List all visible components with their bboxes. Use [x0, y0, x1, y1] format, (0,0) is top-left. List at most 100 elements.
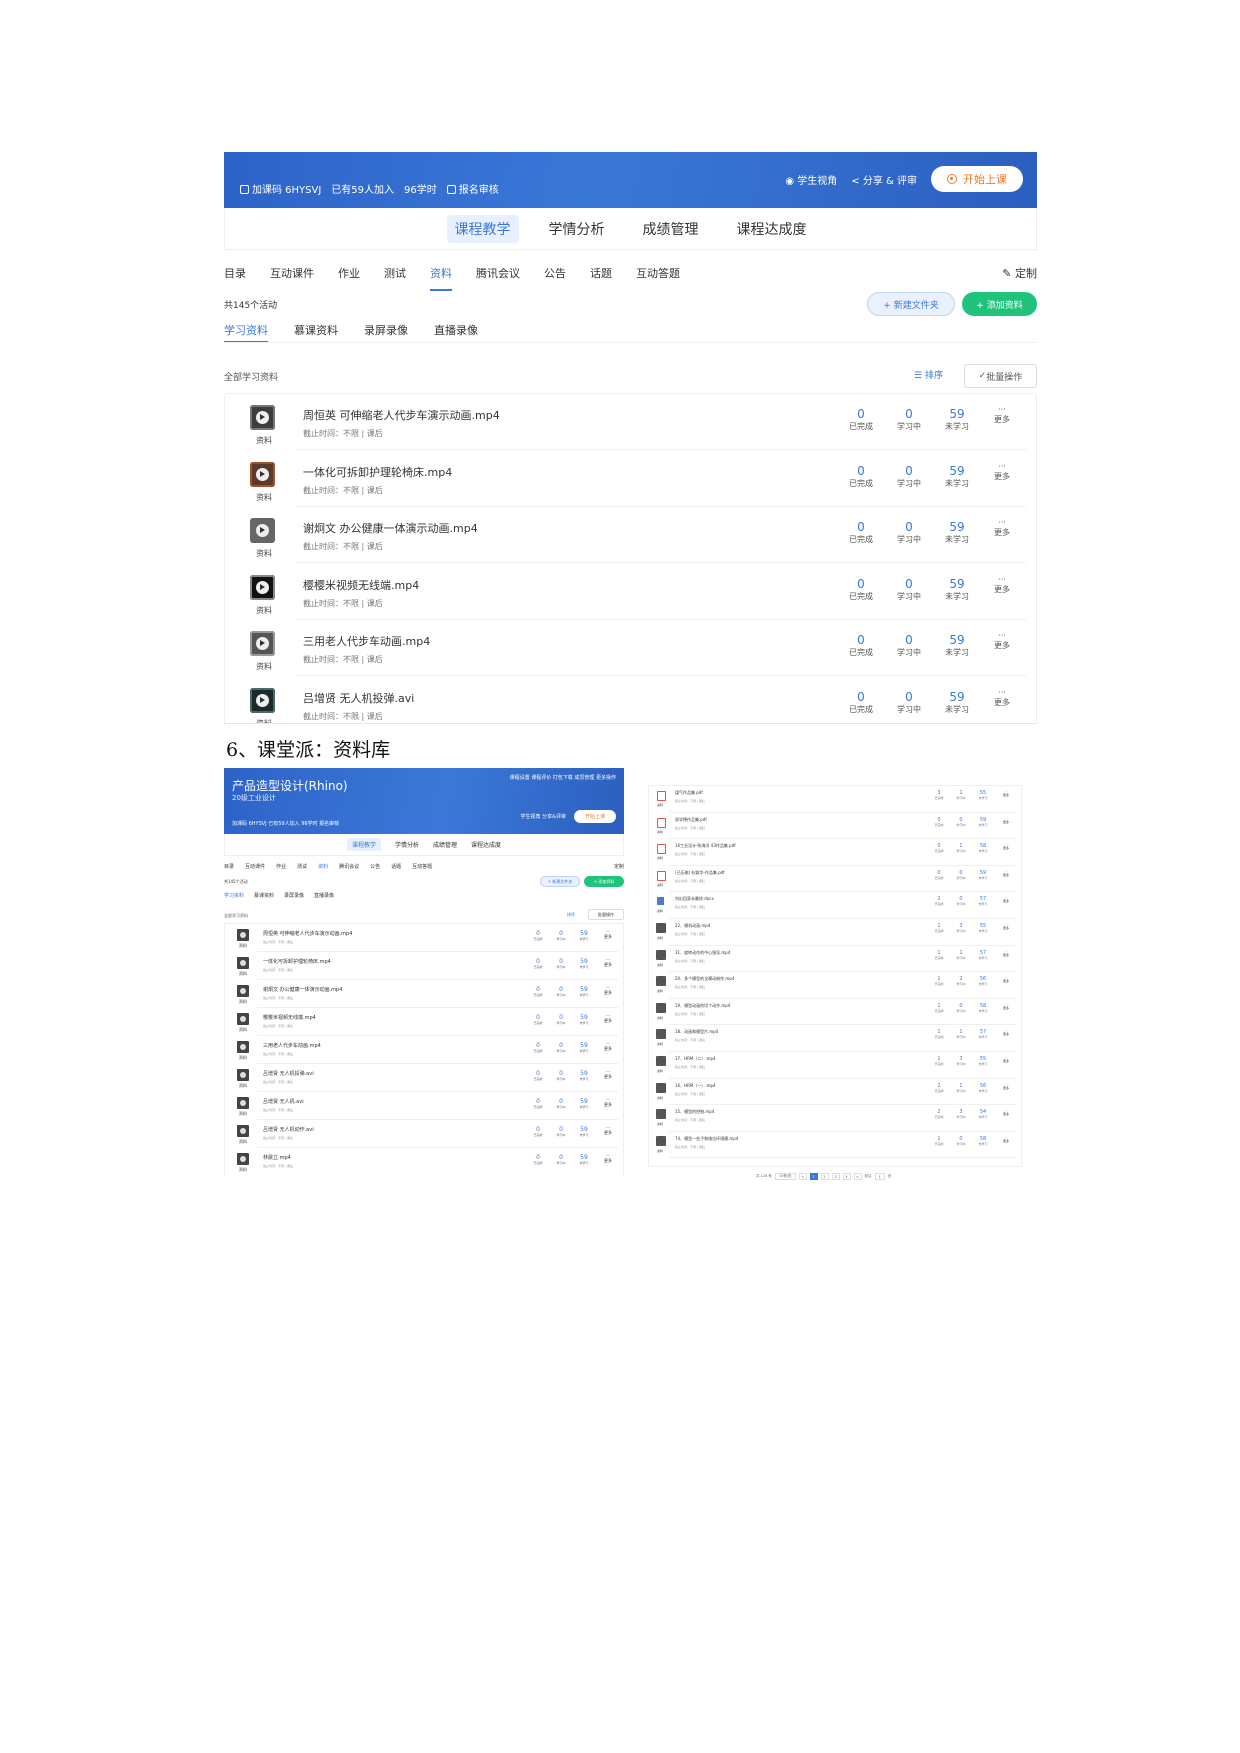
page-2[interactable]: 2	[820, 1173, 829, 1180]
more-button[interactable]: ··· 更多	[990, 405, 1014, 425]
resource-title-small[interactable]: 三用老人代步车动画.mp4	[263, 1042, 321, 1049]
resource-title-small[interactable]: 15、模型的控制.mp4	[675, 1109, 714, 1115]
more-button-small[interactable]: ··· 更多	[1001, 1108, 1011, 1116]
sort-button-small[interactable]: 排序	[567, 912, 575, 918]
subnav-test-small[interactable]: 测试	[297, 863, 307, 870]
tab-teaching-small[interactable]: 课程教学	[346, 838, 381, 851]
stat-done-small[interactable]: 0 已完成	[529, 1154, 547, 1165]
resource-title-small[interactable]: 邪学德作品集.pdf	[675, 817, 707, 823]
stat-done[interactable]: 0 已完成	[843, 520, 879, 545]
stat-learning[interactable]: 0 学习中	[891, 577, 927, 602]
student-view-button[interactable]: ◉ 学生视角	[785, 172, 837, 187]
stat-learning-small[interactable]: 0 学习中	[953, 1003, 969, 1013]
stat-not[interactable]: 59 未学习	[939, 407, 975, 432]
stat-learning[interactable]: 0 学习中	[891, 690, 927, 715]
stat-not-small[interactable]: 59 未学习	[575, 1126, 593, 1137]
stat-learning-small[interactable]: 2 学习中	[953, 976, 969, 986]
stat-not-small[interactable]: 59 未学习	[575, 1042, 593, 1053]
resource-title[interactable]: 谢炯文 办公健康一体演示动画.mp4	[303, 520, 478, 536]
stat-learning-small[interactable]: 0 学习中	[552, 1098, 570, 1109]
add-resource-button-small[interactable]: + 添加资料	[584, 876, 624, 887]
resource-row[interactable]: 资料 三用老人代步车动画.mp4 截止时间：不限 | 课后 0 已完成 0 学习中 59 未学习…	[225, 620, 1036, 676]
resource-title-small[interactable]: 吕增贤 无人机.avi	[263, 1098, 304, 1105]
subnav-homework-small[interactable]: 作业	[276, 863, 286, 870]
resource-row-small[interactable]: 资料 林晨立.mp4 截止时间：不限 | 课后 0 已完成 0 学习中 59 未学习 ··· 更多	[225, 1148, 623, 1175]
signup-review[interactable]: 报名审核	[446, 181, 499, 196]
tab-screen-recordings[interactable]: 录屏录像	[364, 322, 408, 338]
resource-row-small[interactable]: 资料 谢炯文 办公健康一体演示动画.mp4 截止时间：不限 | 课后 0 已完成 0 学习中…	[225, 980, 623, 1008]
more-button[interactable]: ··· 更多	[990, 518, 1014, 538]
stat-learning[interactable]: 0 学习中	[891, 464, 927, 489]
tab-analysis-small[interactable]: 学情分析	[395, 840, 419, 849]
resource-title-small[interactable]: 刘幻回家未最终.docx	[675, 896, 714, 902]
subnav-resources[interactable]: 资料	[430, 265, 452, 291]
more-button-small[interactable]: ··· 更多	[1001, 789, 1011, 797]
stat-not-small[interactable]: 55 未学习	[975, 790, 991, 800]
more-button-small[interactable]: ··· 更多	[603, 1013, 613, 1023]
subnav-topic-small[interactable]: 话题	[391, 863, 401, 870]
tab-grades[interactable]: 成绩管理	[635, 215, 707, 243]
stat-not-small[interactable]: 57 未学习	[975, 1029, 991, 1039]
stat-not-small[interactable]: 59 未学习	[575, 1154, 593, 1165]
stat-not[interactable]: 59 未学习	[939, 577, 975, 602]
tab-screen-small[interactable]: 录屏录像	[284, 892, 304, 899]
more-button-small[interactable]: ··· 更多	[603, 1097, 613, 1107]
tab-mooc-small[interactable]: 慕课资料	[254, 892, 274, 899]
more-button-small[interactable]: ··· 更多	[1001, 922, 1011, 930]
stat-learning[interactable]: 0 学习中	[891, 633, 927, 658]
more-button-small[interactable]: ··· 更多	[1001, 842, 1011, 850]
stat-learning-small[interactable]: 1 学习中	[953, 843, 969, 853]
page-4[interactable]: 4	[842, 1173, 851, 1180]
subnav-test[interactable]: 测试	[384, 265, 406, 285]
stat-not-small[interactable]: 59 未学习	[975, 870, 991, 880]
stat-learning-small[interactable]: 0 学习中	[552, 1154, 570, 1165]
page-1[interactable]: 1	[809, 1173, 818, 1180]
batch-button-small[interactable]: 批量操作	[588, 909, 624, 920]
resource-row-small[interactable]: 资料 16工业设计-陈海洋 43作品集.pdf 截止时间：不限 | 课后 0 已完成 1 学…	[649, 839, 1021, 866]
stat-not-small[interactable]: 58 未学习	[975, 1136, 991, 1146]
stat-not-small[interactable]: 59 未学习	[575, 958, 593, 969]
resource-title[interactable]: 三用老人代步车动画.mp4	[303, 633, 430, 649]
more-button-small[interactable]: ··· 更多	[1001, 1028, 1011, 1036]
stat-not-small[interactable]: 54 未学习	[975, 1109, 991, 1119]
resource-row[interactable]: 资料 樱樱米视频无线端.mp4 截止时间：不限 | 课后 0 已完成 0 学习中 59 未学习 ·…	[225, 564, 1036, 620]
more-button-small[interactable]: ··· 更多	[1001, 1135, 1011, 1143]
more-button-small[interactable]: ··· 更多	[1001, 1055, 1011, 1063]
stat-done-small[interactable]: 0 已完成	[529, 1126, 547, 1137]
resource-row-small[interactable]: 资料 吕增贤 无人机投弹.avi 截止时间：不限 | 课后 0 已完成 0 学习中 59 未学习…	[225, 1064, 623, 1092]
stat-learning-small[interactable]: 1 学习中	[953, 1083, 969, 1093]
stat-not[interactable]: 59 未学习	[939, 633, 975, 658]
stat-done-small[interactable]: 0 已完成	[529, 986, 547, 997]
resource-row-small[interactable]: 资料 18、动画和模型片.mp4 截止时间：不限 | 课后 1 已完成 1 学习中 57 未学习…	[649, 1025, 1021, 1052]
stat-not-small[interactable]: 55 未学习	[975, 923, 991, 933]
subnav-homework[interactable]: 作业	[338, 265, 360, 285]
roles-small[interactable]: 学生视角 分享&评审	[521, 813, 567, 820]
resource-row-small[interactable]: 资料 刘幻回家未最终.docx 截止时间：不限 | 课后 2 已完成 0 学习中 57 未学习 ·…	[649, 892, 1021, 919]
top-actions[interactable]: 课程设置 课程评价 打包下载 成员管理 更多操作	[510, 774, 616, 781]
resource-title-small[interactable]: 周恒英 可伸缩老人代步车演示动画.mp4	[263, 930, 352, 937]
resource-row-small[interactable]: 资料 20、多个模型的全模动制作.mp4 截止时间：不限 | 课后 1 已完成 2 学习中 5…	[649, 972, 1021, 999]
stat-done-small[interactable]: 1 已完成	[931, 1029, 947, 1039]
more-button-small[interactable]: ··· 更多	[1001, 895, 1011, 903]
stat-not-small[interactable]: 56 未学习	[975, 976, 991, 986]
resource-row-small[interactable]: 资料 17、HRM（二）.mp4 截止时间：不限 | 课后 1 已完成 3 学习中 55 未学习…	[649, 1052, 1021, 1079]
resource-title-small[interactable]: 18、动画和模型片.mp4	[675, 1029, 718, 1035]
more-button-small[interactable]: ··· 更多	[1001, 1082, 1011, 1090]
stat-done-small[interactable]: 1 已完成	[931, 1136, 947, 1146]
stat-done-small[interactable]: 2 已完成	[931, 1083, 947, 1093]
resource-title[interactable]: 一体化可拆卸护理轮椅床.mp4	[303, 464, 452, 480]
stat-learning-small[interactable]: 3 学习中	[953, 1056, 969, 1066]
resource-row-small[interactable]: 资料 (已压缩) 杜颖华-作品集.pdf 截止时间：不限 | 课后 0 已完成 0 学习中 5…	[649, 866, 1021, 893]
stat-not-small[interactable]: 57 未学习	[975, 950, 991, 960]
stat-not-small[interactable]: 59 未学习	[575, 986, 593, 997]
stat-not-small[interactable]: 56 未学习	[975, 1083, 991, 1093]
batch-button[interactable]: ✓ 批量操作	[964, 364, 1037, 388]
resource-title-small[interactable]: 16、HRM（一）.mp4	[675, 1083, 716, 1089]
stat-done-small[interactable]: 1 已完成	[931, 1056, 947, 1066]
more-button[interactable]: ··· 更多	[990, 688, 1014, 708]
more-button[interactable]: ··· 更多	[990, 631, 1014, 651]
stat-learning-small[interactable]: 0 学习中	[552, 986, 570, 997]
prev-page-button[interactable]: <	[798, 1173, 807, 1180]
stat-done[interactable]: 0 已完成	[843, 690, 879, 715]
share-button[interactable]: < 分享 & 评审	[851, 172, 917, 187]
